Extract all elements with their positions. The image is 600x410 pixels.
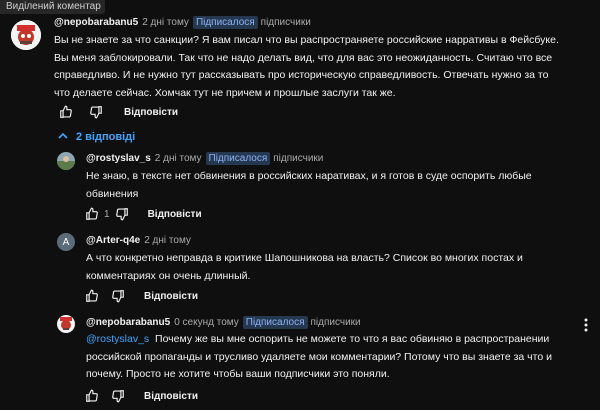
reply-button[interactable]: Відповісти (144, 391, 198, 402)
thumb-down-icon[interactable] (88, 104, 104, 120)
comment-line: Не знаю, в тексте нет обвинения в россий… (86, 170, 532, 182)
comment-line: Вы меня заблокировали. Так что не надо д… (54, 51, 553, 64)
comment-line: российской пропаганды и трусливо удаляет… (86, 350, 552, 363)
chevron-up-icon (58, 131, 68, 144)
thumb-up-icon[interactable] (84, 388, 100, 404)
comment-actions: Відповісти (84, 388, 198, 404)
thumb-down-icon[interactable] (114, 206, 130, 222)
comment-line-1: @rostyslav_s Почему же вы мне оспорить н… (86, 331, 552, 349)
comment-author[interactable]: @nepobarabanu5 (86, 317, 170, 328)
more-vert-icon[interactable] (580, 317, 592, 333)
comment-line: А что конкретно неправда в критике Шапош… (86, 252, 523, 264)
avatar[interactable] (57, 152, 75, 170)
comment-line: что делаете сейчас. Хомчак тут не причем… (54, 86, 396, 99)
comment-actions: Відповісти (84, 288, 198, 304)
comment-line: почему. Просто не хотите чтобы ваши подп… (86, 368, 390, 380)
comment-header: @nepobarabanu5 0 секунд тому Підписалося… (86, 315, 361, 329)
subscribers-label: підписчики (273, 152, 324, 164)
thumb-down-icon[interactable] (110, 288, 126, 304)
comment-actions: 1 Відповісти (84, 206, 202, 222)
main-comment: @nepobarabanu5 2 дні тому Підписалося пі… (0, 0, 600, 130)
comment-timestamp[interactable]: 2 дні тому (155, 153, 202, 164)
comment-line: комментариях он очень длинный. (86, 269, 251, 282)
comment-text: Вы не знаете за что санкции? Я вам писал… (54, 32, 559, 102)
comment-line-rest: Почему же вы мне оспорить не можете то ч… (149, 333, 550, 345)
comment-header: @rostyslav_s 2 дні тому Підписалося підп… (86, 151, 323, 165)
thumb-up-icon[interactable] (84, 288, 100, 304)
reply-button[interactable]: Відповісти (148, 209, 202, 220)
comment-timestamp[interactable]: 2 дні тому (144, 235, 191, 246)
subscribed-badge: Підписалося (242, 315, 308, 329)
comment-header: @Arter-q4e 2 дні тому (86, 233, 195, 247)
comment-author[interactable]: @Arter-q4e (86, 235, 140, 246)
avatar-letter: A (62, 236, 70, 248)
avatar[interactable]: A (57, 233, 75, 251)
comment-timestamp[interactable]: 0 секунд тому (174, 317, 239, 328)
comment-header: @nepobarabanu5 2 дні тому Підписалося пі… (54, 15, 311, 29)
comment-text: @rostyslav_s Почему же вы мне оспорить н… (86, 331, 552, 384)
comment-line: Вы не знаете за что санкции? Я вам писал… (54, 34, 559, 46)
subscribers-label: підписчики (310, 316, 361, 328)
thumb-up-icon[interactable] (58, 104, 74, 120)
comment-timestamp[interactable]: 2 дні тому (142, 17, 189, 28)
subscribers-label: підписчики (260, 16, 311, 28)
like-count: 1 (104, 208, 110, 220)
comment-author[interactable]: @nepobarabanu5 (54, 17, 138, 28)
comment-actions: Відповісти (58, 104, 178, 120)
thumb-down-icon[interactable] (110, 388, 126, 404)
reply-button[interactable]: Відповісти (124, 107, 178, 118)
subscribed-badge: Підписалося (192, 15, 258, 29)
avatar[interactable] (11, 20, 41, 50)
reply-button[interactable]: Відповісти (144, 291, 198, 302)
mention-link[interactable]: @rostyslav_s (86, 333, 149, 345)
comment-line: справедливо. И не нужно тут рассказывать… (54, 69, 549, 81)
comment-text: А что конкретно неправда в критике Шапош… (86, 250, 523, 285)
thumb-up-icon[interactable] (84, 206, 100, 222)
comment-line: обвинения (86, 187, 139, 200)
avatar[interactable] (57, 315, 75, 333)
replies-count-label: 2 відповіді (76, 131, 136, 143)
comment-text: Не знаю, в тексте нет обвинения в россий… (86, 168, 532, 203)
comment-author[interactable]: @rostyslav_s (86, 153, 151, 164)
replies-toggle[interactable]: 2 відповіді (58, 129, 135, 145)
subscribed-badge: Підписалося (205, 151, 271, 165)
